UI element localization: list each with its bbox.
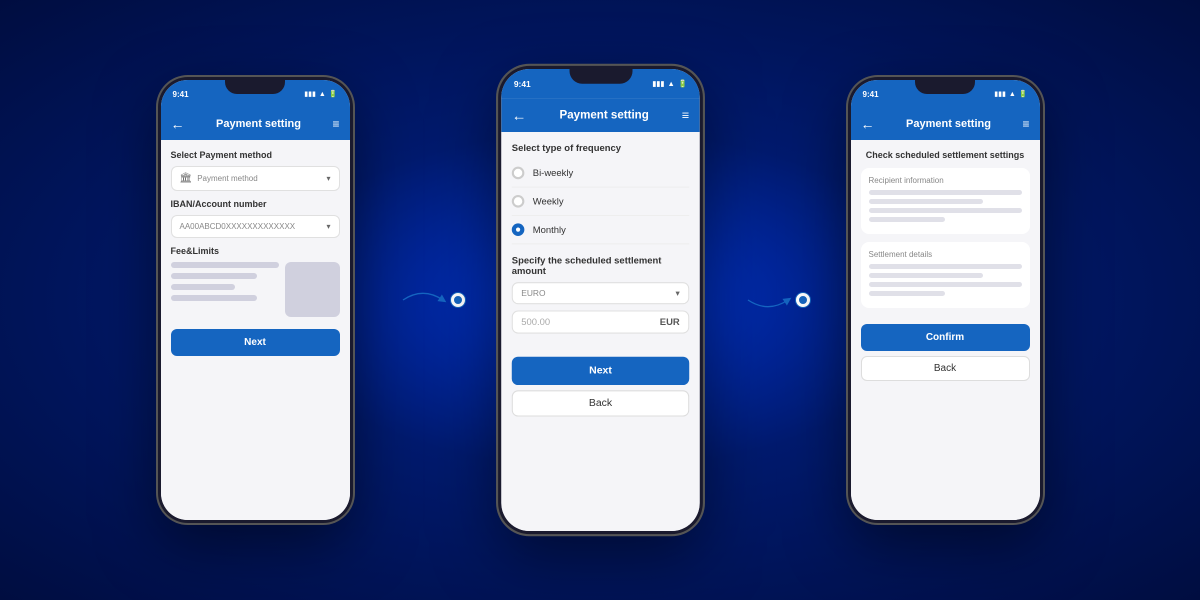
chevron-down-icon: ▾ [326,174,330,183]
menu-icon-1[interactable]: ≡ [332,117,339,131]
weekly-option[interactable]: Weekly [511,188,688,216]
back-button-2[interactable]: ← [511,107,526,124]
amount-input-row[interactable]: 500.00 EUR [511,311,688,334]
recipient-skeleton-4 [869,217,946,222]
phone-2: 9:41 ▮▮▮ ▲ 🔋 ← Payment setting ≡ Select … [498,66,703,534]
frequency-label: Select type of frequency [511,143,688,154]
biweekly-option[interactable]: Bi-weekly [511,159,688,187]
app-header-2: ← Payment setting ≡ [501,98,699,132]
back-button-1[interactable]: ← [171,116,185,132]
skeleton-line-3 [171,284,236,290]
recipient-title: Recipient information [869,176,1022,185]
back-button-2-label[interactable]: Back [511,390,688,416]
app-header-3: ← Payment setting ≡ [851,108,1040,140]
iban-value: AA00ABCD0XXXXXXXXXXXXX [180,222,296,231]
bank-icon: 🏛 [180,173,193,184]
settlement-skeleton-4 [869,291,946,296]
recipient-skeleton-2 [869,199,984,204]
weekly-label: Weekly [532,196,563,207]
status-time-3: 9:41 [863,90,879,99]
monthly-label: Monthly [532,224,565,235]
next-button-2[interactable]: Next [511,357,688,385]
phone2-content: Select type of frequency Bi-weekly Weekl… [501,132,699,531]
currency-value: EURO [521,288,545,297]
phone1-content: Select Payment method 🏛 Payment method ▾… [161,140,350,520]
back-button-3[interactable]: ← [861,116,875,132]
currency-dropdown[interactable]: EURO ▾ [511,282,688,304]
payment-method-placeholder: Payment method [197,174,257,183]
fee-skeleton-lines [171,262,279,317]
amount-label: Specify the scheduled settlement amount [511,255,688,276]
settlement-skeleton-2 [869,273,984,278]
arrow-svg-1 [393,280,453,320]
monthly-radio [511,223,524,236]
app-title-2: Payment setting [532,109,675,122]
confirm-button[interactable]: Confirm [861,324,1030,351]
currency-code-label: EUR [659,317,679,328]
phone-1: 9:41 ▮▮▮ ▲ 🔋 ← Payment setting ≡ Select … [158,77,353,523]
arrow-2 [738,270,808,330]
status-icons-2: ▮▮▮ ▲ 🔋 [652,80,687,88]
settlement-section: Settlement details [861,242,1030,308]
biweekly-radio [511,167,524,180]
monthly-option[interactable]: Monthly [511,216,688,244]
app-title-1: Payment setting [191,118,327,130]
status-time-2: 9:41 [513,79,530,88]
status-time-1: 9:41 [173,90,189,99]
amount-placeholder: 500.00 [521,317,550,328]
weekly-radio [511,195,524,208]
back-button-3-label[interactable]: Back [861,356,1030,381]
arrow-dot-1 [451,293,465,307]
fee-grid [171,262,340,317]
skeleton-line-1 [171,262,279,268]
next-button-1[interactable]: Next [171,329,340,356]
arrow-1 [393,270,463,330]
fee-skeleton-box [285,262,340,317]
recipient-section: Recipient information [861,168,1030,234]
arrow-dot-2 [796,293,810,307]
biweekly-label: Bi-weekly [532,168,572,179]
iban-chevron-icon: ▾ [326,222,330,231]
phone-3: 9:41 ▮▮▮ ▲ 🔋 ← Payment setting ≡ Check s… [848,77,1043,523]
app-title-3: Payment setting [881,118,1017,130]
payment-method-dropdown[interactable]: 🏛 Payment method ▾ [171,166,340,191]
status-icons-1: ▮▮▮ ▲ 🔋 [304,90,337,98]
app-header-1: ← Payment setting ≡ [161,108,350,140]
settlement-title: Settlement details [869,250,1022,259]
currency-chevron-icon: ▾ [675,288,679,297]
iban-dropdown[interactable]: AA00ABCD0XXXXXXXXXXXXX ▾ [171,215,340,238]
settlement-skeleton-3 [869,282,1022,287]
amount-section: Specify the scheduled settlement amount … [511,255,688,334]
payment-method-label: Select Payment method [171,150,340,160]
skeleton-line-4 [171,295,257,301]
recipient-skeleton-3 [869,208,1022,213]
phone3-content: Check scheduled settlement settings Reci… [851,140,1040,520]
arrow-svg-2 [738,280,798,320]
fee-limits-label: Fee&Limits [171,246,340,256]
menu-icon-3[interactable]: ≡ [1022,117,1029,131]
check-title: Check scheduled settlement settings [861,150,1030,160]
menu-icon-2[interactable]: ≡ [681,108,688,123]
settlement-skeleton-1 [869,264,1022,269]
recipient-skeleton-1 [869,190,1022,195]
iban-label: IBAN/Account number [171,199,340,209]
status-icons-3: ▮▮▮ ▲ 🔋 [994,90,1027,98]
skeleton-line-2 [171,273,257,279]
